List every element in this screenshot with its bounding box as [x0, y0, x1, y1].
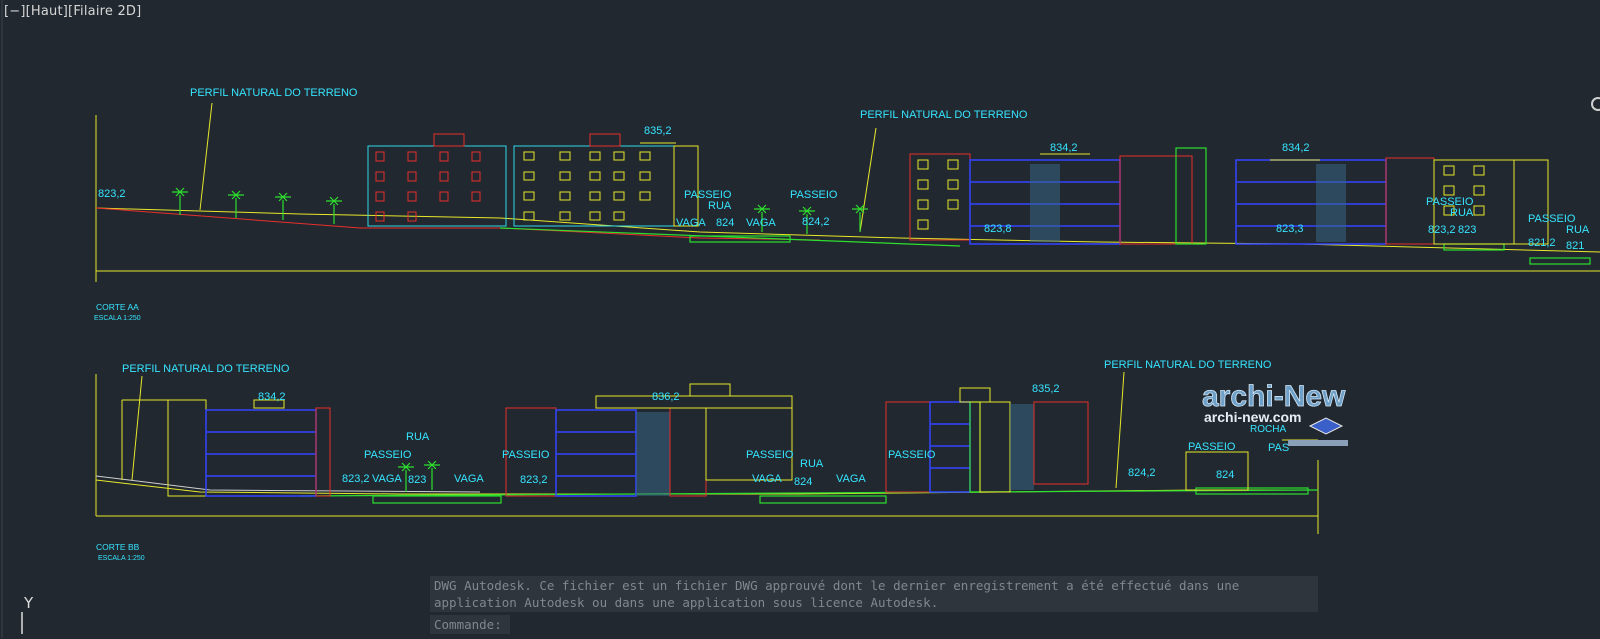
label-passeio: PASSEIO	[790, 189, 838, 201]
label-perfil-bb-1: PERFIL NATURAL DO TERRENO	[122, 363, 290, 375]
section-bb-title: CORTE BB	[96, 542, 140, 552]
label-rua: RUA	[1566, 224, 1590, 236]
label-passeio: PASSEIO	[502, 449, 550, 461]
level-8233: 823,3	[1276, 223, 1304, 235]
ucs-icon: Y	[14, 594, 44, 639]
label-rua: RUA	[406, 431, 430, 443]
navigation-wheel-icon[interactable]	[1588, 96, 1600, 117]
level-8352: 835,2	[1032, 383, 1060, 395]
level-821: 821	[1566, 240, 1584, 252]
label-vaga: VAGA	[676, 217, 706, 229]
level-8342: 834,2	[258, 391, 286, 403]
label-vaga: VAGA	[752, 473, 782, 485]
level-8232: 823,2	[1428, 224, 1456, 236]
level-823: 823	[1458, 224, 1476, 236]
level-8362: 836,2	[652, 391, 680, 403]
level-824: 824	[716, 217, 734, 229]
label-vaga: VAGA	[372, 473, 402, 485]
label-vaga: VAGA	[454, 473, 484, 485]
section-aa-title: CORTE AA	[96, 302, 139, 312]
label-passeio: PASSEIO	[888, 449, 936, 461]
section-bb-labels: PERFIL NATURAL DO TERRENO PERFIL NATURAL…	[96, 359, 1289, 562]
section-aa-drawing	[95, 102, 1600, 282]
level-8352: 835,2	[644, 125, 672, 137]
label-passeio: PASSEIO	[746, 449, 794, 461]
level-8242: 824,2	[802, 216, 830, 228]
label-rua: RUA	[1450, 207, 1474, 219]
label-perfil-bb-2: PERFIL NATURAL DO TERRENO	[1104, 359, 1272, 371]
level-8212: 821,2	[1528, 237, 1556, 249]
command-history: DWG Autodesk. Ce fichier est un fichier …	[430, 576, 1318, 612]
section-bb-scale: ESCALA 1:250	[98, 555, 145, 562]
level-8238: 823,8	[984, 223, 1012, 235]
label-vaga: VAGA	[746, 217, 776, 229]
command-history-line: DWG Autodesk. Ce fichier est un fichier …	[434, 578, 1240, 593]
label-vaga: VAGA	[836, 473, 866, 485]
ucs-y-label: Y	[23, 594, 34, 612]
watermark-url: archi-new.com	[1204, 409, 1302, 425]
level-8242: 824,2	[1128, 467, 1156, 479]
command-input[interactable]: Commande:	[430, 615, 510, 634]
level-8232: 823,2	[520, 474, 548, 486]
level-823: 823	[408, 474, 426, 486]
level-824: 824	[794, 476, 812, 488]
drawing-canvas[interactable]: PERFIL NATURAL DO TERRENO PERFIL NATURAL…	[0, 0, 1600, 638]
label-passeio: PASSEIO	[364, 449, 412, 461]
level-8232: 823,2	[342, 473, 370, 485]
level-8342: 834,2	[1050, 142, 1078, 154]
label-rua: RUA	[800, 458, 824, 470]
label-rua: RUA	[708, 200, 732, 212]
section-aa-scale: ESCALA 1:250	[94, 315, 141, 322]
label-perfil-aa-2: PERFIL NATURAL DO TERRENO	[860, 109, 1028, 121]
level-824: 824	[1216, 469, 1234, 481]
archi-new-watermark: archi-New archi-new.com	[1200, 378, 1380, 463]
level-8342: 834,2	[1282, 142, 1310, 154]
label-perfil-aa-1: PERFIL NATURAL DO TERRENO	[190, 87, 358, 99]
command-history-line: application Autodesk ou dans une applica…	[434, 595, 939, 610]
level-8232: 823,2	[98, 188, 126, 200]
